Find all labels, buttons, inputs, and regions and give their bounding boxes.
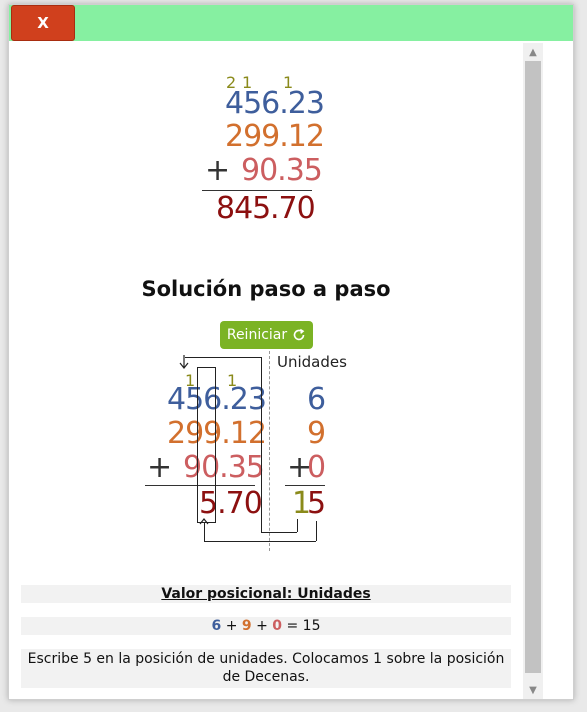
column-divider bbox=[269, 351, 270, 551]
close-button[interactable]: X bbox=[11, 5, 75, 41]
column-sum-units: 5 bbox=[307, 486, 326, 521]
addend-3: 90.35 bbox=[241, 153, 323, 188]
step-addend-1: 456.23 bbox=[167, 382, 267, 417]
carry-connector-top bbox=[185, 357, 261, 358]
eq-plus-2: + bbox=[256, 618, 268, 634]
step-addend-2: 299.12 bbox=[167, 416, 267, 451]
eq-result: 15 bbox=[302, 618, 321, 634]
up-arrow-icon bbox=[199, 518, 209, 525]
eq-term-3: 0 bbox=[272, 618, 283, 634]
place-value-title: Valor posicional: Unidades bbox=[21, 585, 511, 603]
scroll-up-icon[interactable]: ▲ bbox=[523, 43, 543, 61]
result-connector-bottom bbox=[204, 541, 316, 542]
column-digit-2: 9 bbox=[307, 416, 326, 451]
units-column-label: Unidades bbox=[277, 353, 347, 371]
eq-term-2: 9 bbox=[241, 618, 252, 634]
column-digit-1: 6 bbox=[307, 382, 326, 417]
refresh-icon bbox=[293, 328, 305, 341]
scroll-thumb[interactable] bbox=[525, 61, 541, 673]
title-bar: X bbox=[9, 5, 573, 41]
eq-term-1: 6 bbox=[211, 618, 222, 634]
carry-connector-up bbox=[297, 519, 298, 532]
eq-equals: = bbox=[286, 618, 299, 634]
carry-connector-bottom bbox=[261, 532, 297, 533]
step-addend-3: 90.35 bbox=[183, 450, 265, 485]
reset-label: Reiniciar bbox=[226, 327, 288, 343]
result-connector-right bbox=[316, 521, 317, 541]
carry-connector-vertical bbox=[261, 357, 262, 532]
plus-sign: + bbox=[205, 153, 230, 188]
reset-button[interactable]: Reiniciar bbox=[220, 321, 313, 349]
column-equation: 6 + 9 + 0 = 15 bbox=[21, 617, 511, 635]
vertical-scrollbar[interactable]: ▲ ▼ bbox=[523, 43, 543, 699]
step-description: Escribe 5 en la posición de unidades. Co… bbox=[21, 649, 511, 688]
down-arrow-icon bbox=[179, 355, 189, 369]
result-decimal: .70 bbox=[270, 191, 316, 226]
addend-1: 456.23 bbox=[225, 86, 325, 121]
units-column-highlight bbox=[197, 367, 216, 523]
addend-2: 299.12 bbox=[225, 119, 325, 154]
step-plus-sign: + bbox=[147, 450, 172, 485]
result-integer: 845 bbox=[216, 191, 271, 226]
scroll-down-icon[interactable]: ▼ bbox=[523, 681, 543, 699]
dialog-window: X 2 1 1 456.23 299.12 + 90.35 845 .70 So… bbox=[8, 4, 574, 700]
column-digit-3: 0 bbox=[307, 450, 326, 485]
eq-plus-1: + bbox=[225, 618, 238, 634]
solution-heading: Solución paso a paso bbox=[141, 277, 391, 301]
content-area: 2 1 1 456.23 299.12 + 90.35 845 .70 Solu… bbox=[9, 41, 523, 699]
